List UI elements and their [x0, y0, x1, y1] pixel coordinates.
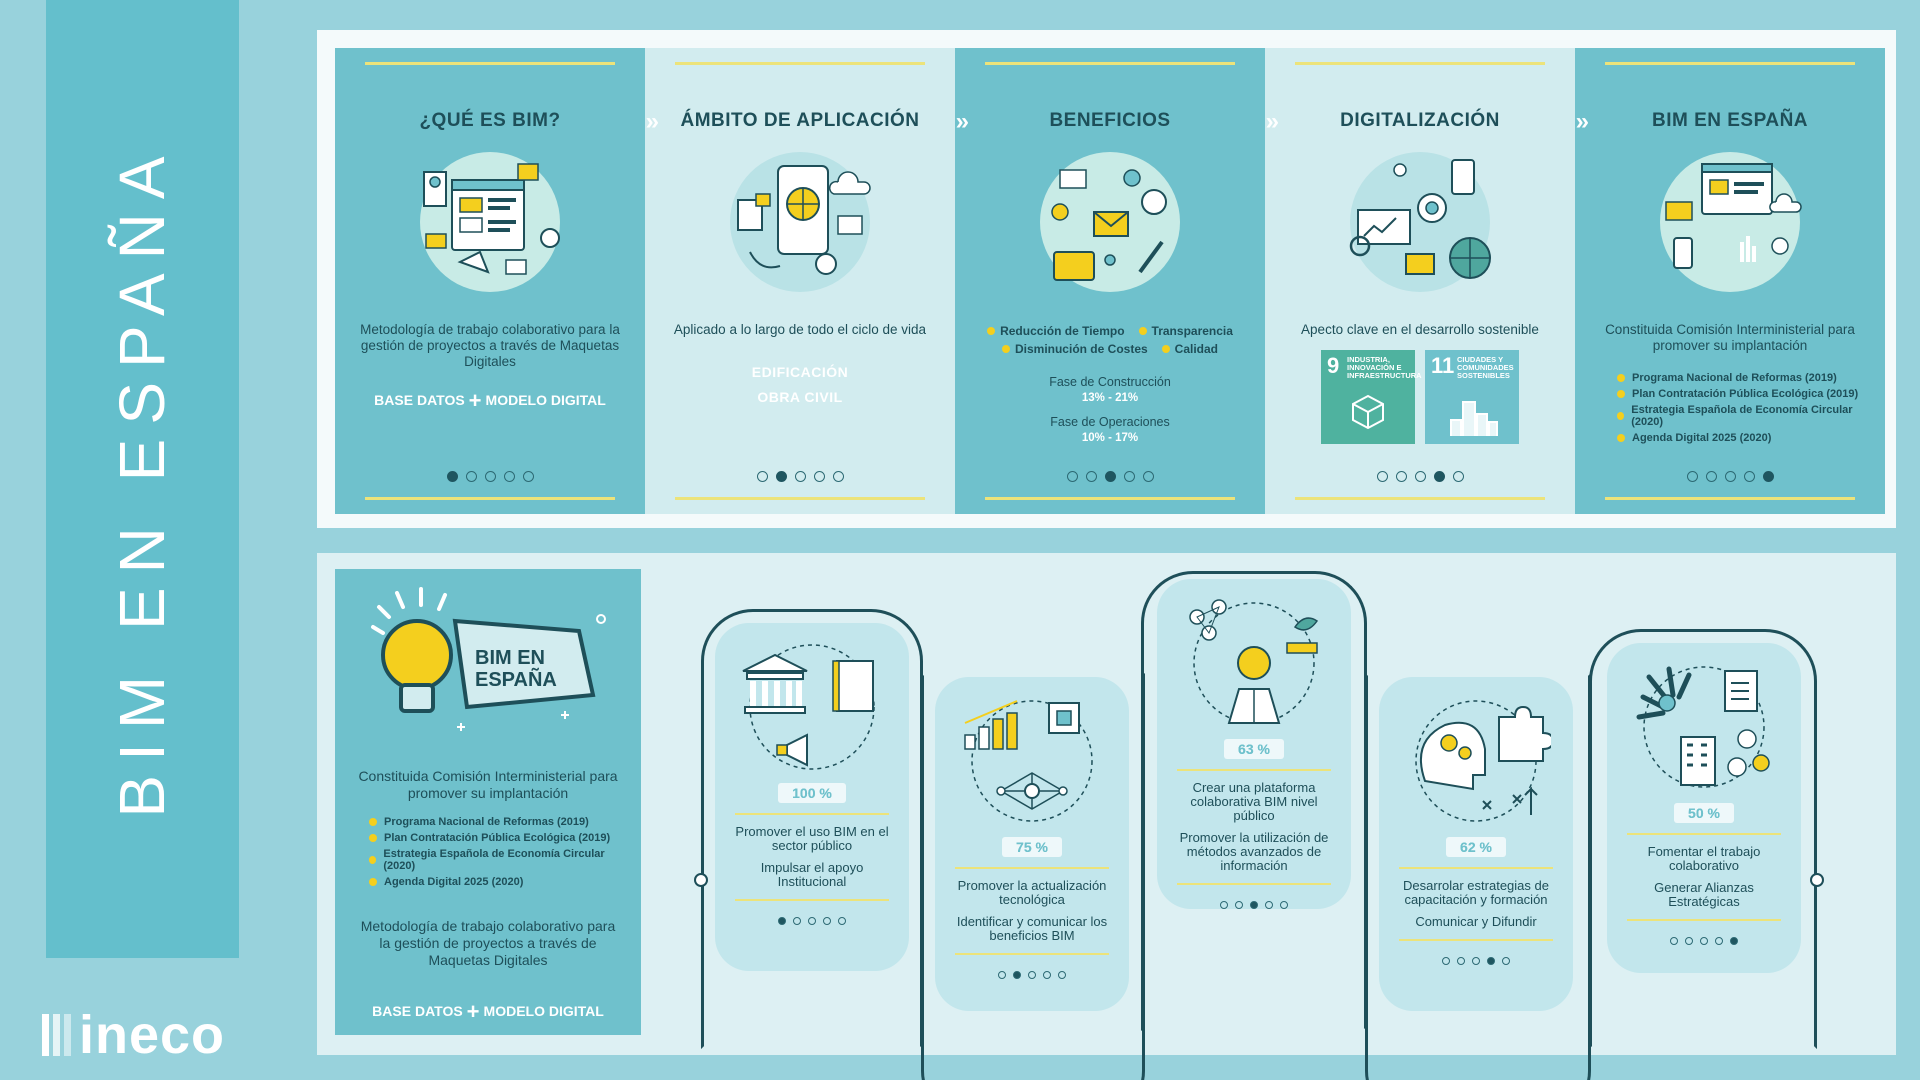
carousel-dots[interactable] [955, 471, 1265, 482]
smartphone-globe-illustration [730, 152, 871, 292]
benefit-bullets: Reducción de Tiempo Transparencia Dismin… [977, 324, 1243, 356]
carousel-dots[interactable] [715, 917, 909, 925]
carousel-dots[interactable] [1575, 471, 1885, 482]
bullet-item: Calidad [1161, 342, 1218, 356]
stage-line-1: Promover la actualización tecnológica [957, 878, 1107, 907]
intro-badge-title: BIM EN ESPAÑA [475, 647, 557, 691]
stage-line-1: Fomentar el trabajo colaborativo [1647, 844, 1761, 873]
side-title: BIM EN ESPAÑA [106, 142, 178, 818]
carousel-dots[interactable] [1379, 957, 1573, 965]
stage-card: 100 % Promover el uso BIM en el sector p… [715, 623, 909, 971]
carousel-dots[interactable] [1607, 937, 1801, 945]
card-description: Aplicado a lo largo de todo el ciclo de … [673, 322, 927, 337]
scope-list: EDIFICACIÓN OBRA CIVIL [667, 360, 933, 410]
percent-badge: 62 % [1446, 837, 1506, 857]
card-title: ¿QUÉ ES BIM? [419, 110, 561, 131]
carousel-dots[interactable] [335, 471, 645, 482]
intro-description: Constituida Comisión Interministerial pa… [358, 768, 618, 801]
stage-line-2: Generar Alianzas Estratégicas [1654, 880, 1754, 909]
bim-workflow-illustration [420, 152, 560, 292]
card-bim-en-espana: BIM EN ESPAÑA Constituida Comisión Inter… [1575, 48, 1885, 514]
list-item: Estrategia Española de Economía Circular… [369, 848, 619, 872]
carousel-dots[interactable] [1157, 901, 1351, 909]
tech-network-icon [964, 700, 1093, 822]
card-description: Metodología de trabajo colaborativo para… [360, 322, 620, 369]
card-title: ÁMBITO DE APLICACIÓN [680, 110, 920, 131]
bullet-item: Disminución de Costes [1001, 342, 1148, 356]
phase-operations: Fase de Operaciones 10% - 17% [1050, 415, 1170, 444]
top-panel: » ¿QUÉ ES BIM? Metodología de trabajo co… [317, 30, 1896, 528]
logo-bars-icon [42, 1014, 71, 1056]
list-item: Agenda Digital 2025 (2020) [1617, 432, 1863, 444]
bottom-panel: BIM EN ESPAÑA Constituida Comisión Inter… [317, 553, 1896, 1080]
program-list: Programa Nacional de Reformas (2019) Pla… [1597, 372, 1863, 444]
stage-line-1: Crear una plataforma colaborativa BIM ni… [1190, 780, 1318, 823]
chevron-right-icon: » [955, 108, 969, 135]
card-title: DIGITALIZACIÓN [1340, 110, 1500, 131]
stage-line-2: Promover la utilización de métodos avanz… [1179, 830, 1329, 873]
stage-card: 62 % Desarrolar estrategias de capacitac… [1379, 677, 1573, 1011]
percent-badge: 75 % [1002, 837, 1062, 857]
card-description: Apecto clave en el desarrollo sostenible [1301, 322, 1539, 337]
list-item: Estrategia Española de Economía Circular… [1617, 404, 1863, 428]
logo-text: ineco [79, 1005, 226, 1065]
sdg-badge: 9 INDUSTRIA, INNOVACIÓN E INFRAESTRUCTUR… [1321, 350, 1422, 444]
benefits-illustration [1040, 152, 1180, 292]
percent-badge: 63 % [1224, 739, 1284, 759]
stage-card: 75 % Promover la actualización tecnológi… [935, 677, 1129, 1011]
card-beneficios: » BENEFICIOS Reducción de Tiempo Transpa… [955, 48, 1279, 514]
carousel-dots[interactable] [1265, 471, 1575, 482]
card-title: BENEFICIOS [1049, 110, 1171, 131]
chevron-right-icon: » [645, 108, 659, 135]
list-item: Agenda Digital 2025 (2020) [369, 876, 619, 888]
chevron-right-icon: » [1265, 108, 1279, 135]
program-list: Programa Nacional de Reformas (2019) Pla… [357, 816, 619, 888]
stage-line-1: Promover el uso BIM en el sector público [735, 824, 889, 853]
card-digitalizacion: » DIGITALIZACIÓN Apecto clave en el desa… [1265, 48, 1589, 514]
lightbulb-person-icon [1189, 599, 1319, 724]
digital-network-illustration [1349, 152, 1491, 292]
carousel-dots[interactable] [645, 471, 955, 482]
bullet-item: Reducción de Tiempo [987, 324, 1125, 338]
stage-card: 63 % Crear una plataforma colaborativa B… [1157, 579, 1351, 909]
card-description: Constituida Comisión Interministerial pa… [1605, 322, 1855, 353]
scope-item: OBRA CIVIL [757, 389, 843, 405]
carousel-dots[interactable] [935, 971, 1129, 979]
list-item: Programa Nacional de Reformas (2019) [369, 816, 619, 828]
scope-item: EDIFICACIÓN [751, 364, 849, 380]
intro-description-2: Metodología de trabajo colaborativo para… [360, 918, 616, 968]
card-ambito: » ÁMBITO DE APLICACIÓN Aplicado a lo lar… [645, 48, 969, 514]
card-title: BIM EN ESPAÑA [1651, 110, 1809, 131]
formula: BASE DATOS + MODELO DIGITAL [374, 388, 606, 413]
sdg-badges: 9 INDUSTRIA, INNOVACIÓN E INFRAESTRUCTUR… [1287, 350, 1553, 444]
formula: BASE DATOS + MODELO DIGITAL [372, 999, 604, 1024]
puzzle-head-icon [1415, 700, 1551, 822]
government-building-icon [742, 644, 875, 770]
percent-badge: 100 % [778, 783, 846, 803]
sdg-badge: 11 CIUDADES Y COMUNIDADES SOSTENIBLES [1425, 350, 1519, 444]
city-buildings-icon [1450, 401, 1498, 436]
list-item: Programa Nacional de Reformas (2019) [1617, 372, 1863, 384]
stage-card: 50 % Fomentar el trabajo colaborativo Ge… [1607, 643, 1801, 973]
list-item: Plan Contratación Pública Ecológica (201… [369, 832, 619, 844]
percent-badge: 50 % [1674, 803, 1734, 823]
cubes-icon [1352, 394, 1384, 430]
connector-start-dot [694, 873, 708, 887]
collaboration-icon [1636, 666, 1770, 788]
bullet-item: Transparencia [1138, 324, 1233, 338]
phase-construction: Fase de Construcción 13% - 21% [1049, 375, 1171, 404]
list-item: Plan Contratación Pública Ecológica (201… [1617, 388, 1863, 400]
intro-card: BIM EN ESPAÑA Constituida Comisión Inter… [335, 569, 641, 1035]
stage-line-2: Comunicar y Difundir [1415, 914, 1537, 929]
card-que-es-bim: » ¿QUÉ ES BIM? Metodología de trabajo co… [335, 48, 659, 514]
chevron-right-icon: » [1575, 108, 1589, 135]
connector-end-dot [1810, 873, 1824, 887]
spain-bim-illustration [1660, 152, 1802, 292]
stage-line-2: Identificar y comunicar los beneficios B… [956, 914, 1108, 943]
stage-line-2: Impulsar el apoyo Institucional [760, 860, 864, 889]
intro-art: BIM EN ESPAÑA [357, 569, 619, 754]
stage-line-1: Desarrolar estrategias de capacitación y… [1403, 878, 1549, 907]
ineco-logo: ineco [42, 1008, 225, 1062]
